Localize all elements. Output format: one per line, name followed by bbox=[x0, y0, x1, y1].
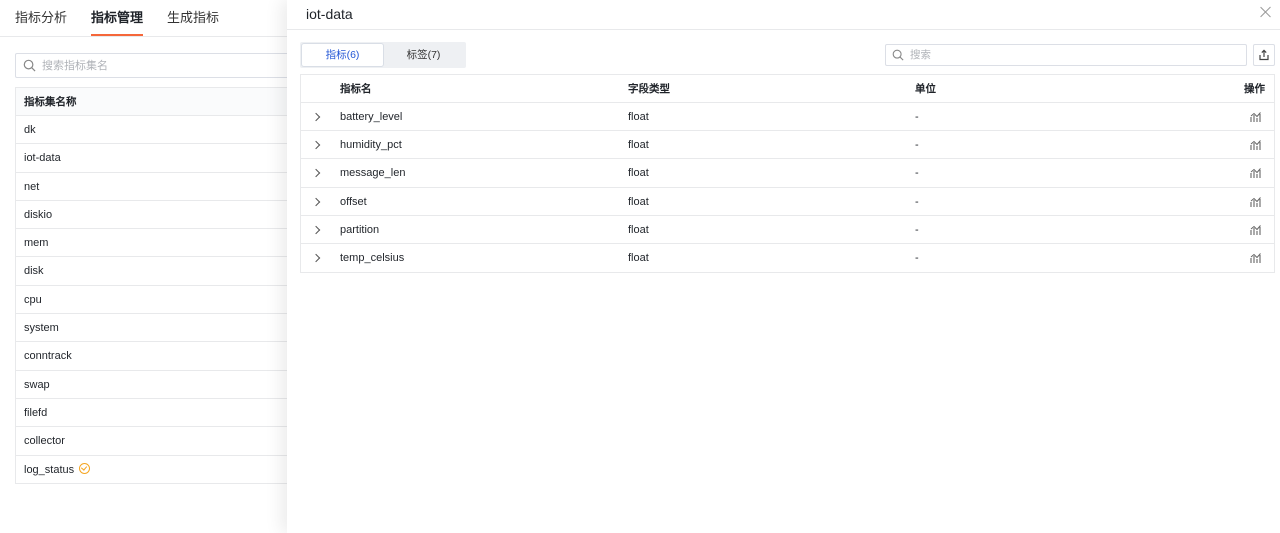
measurement-row[interactable]: diskio bbox=[16, 201, 304, 230]
measurement-name: conntrack bbox=[24, 350, 72, 363]
metric-unit: - bbox=[915, 251, 919, 264]
measurement-row[interactable]: filefd bbox=[16, 399, 304, 428]
metric-row: partition float - bbox=[301, 216, 1274, 244]
column-header-type: 字段类型 bbox=[628, 83, 670, 95]
metric-name: battery_level bbox=[340, 111, 403, 123]
measurement-name: iot-data bbox=[24, 152, 61, 165]
metric-type: float bbox=[628, 251, 649, 264]
measurement-name: collector bbox=[24, 435, 65, 448]
drawer-header: iot-data bbox=[287, 0, 1280, 30]
chart-analysis-icon[interactable] bbox=[1250, 196, 1262, 208]
metric-row: temp_celsius float - bbox=[301, 244, 1274, 272]
measurement-name: net bbox=[24, 180, 40, 193]
metric-row: message_len float - bbox=[301, 159, 1274, 188]
measurement-row[interactable]: cpu bbox=[16, 286, 304, 315]
metric-row: offset float - bbox=[301, 188, 1274, 216]
export-button[interactable] bbox=[1253, 44, 1275, 66]
export-icon bbox=[1259, 49, 1269, 61]
column-header-name: 指标名 bbox=[340, 83, 372, 95]
measurement-row[interactable]: conntrack bbox=[16, 342, 304, 371]
measurement-table: 指标集名称 dk iot-data net diskio mem disk cp… bbox=[15, 87, 305, 484]
measurement-row[interactable]: disk bbox=[16, 257, 304, 286]
tab-generate-metric[interactable]: 生成指标 bbox=[167, 0, 219, 36]
metric-search-input[interactable] bbox=[910, 47, 1230, 63]
segment-metrics[interactable]: 指标(6) bbox=[302, 44, 383, 66]
chevron-right-icon[interactable] bbox=[311, 196, 323, 208]
measurement-name: dk bbox=[24, 124, 36, 136]
tab-metric-analysis[interactable]: 指标分析 bbox=[15, 0, 67, 36]
measurement-name: mem bbox=[24, 237, 49, 250]
metric-name: humidity_pct bbox=[340, 139, 402, 152]
measurement-row[interactable]: mem bbox=[16, 229, 304, 258]
measurement-search-input[interactable] bbox=[42, 56, 292, 75]
chart-analysis-icon[interactable] bbox=[1250, 111, 1262, 123]
metric-type: float bbox=[628, 139, 649, 152]
column-header-unit: 单位 bbox=[915, 83, 936, 95]
metric-unit: - bbox=[915, 195, 919, 208]
measurement-name: disk bbox=[24, 265, 44, 278]
metric-unit: - bbox=[915, 223, 919, 236]
metric-name: message_len bbox=[340, 167, 406, 180]
measurement-row[interactable]: swap bbox=[16, 371, 304, 399]
chart-analysis-icon[interactable] bbox=[1250, 252, 1262, 264]
chevron-right-icon[interactable] bbox=[311, 111, 323, 123]
metric-name: offset bbox=[340, 195, 367, 208]
measurement-name: cpu bbox=[24, 293, 42, 306]
drawer-title: iot-data bbox=[306, 6, 353, 22]
column-header-action: 操作 bbox=[1244, 83, 1265, 95]
metric-table-header: 指标名 字段类型 单位 操作 bbox=[301, 75, 1274, 103]
tab-metric-management[interactable]: 指标管理 bbox=[91, 0, 144, 36]
metric-unit: - bbox=[915, 139, 919, 152]
measurement-row[interactable]: log_status bbox=[16, 456, 304, 484]
metric-table: 指标名 字段类型 单位 操作 battery_level float - hum… bbox=[300, 74, 1275, 274]
measurement-detail-drawer: iot-data 指标(6) 标签(7) 指标名 字段类型 单位 操作 batt… bbox=[287, 0, 1280, 533]
chart-analysis-icon[interactable] bbox=[1250, 139, 1262, 151]
metric-type: float bbox=[628, 167, 649, 180]
chevron-right-icon[interactable] bbox=[311, 167, 323, 179]
metric-type: float bbox=[628, 195, 649, 208]
measurement-name: filefd bbox=[24, 406, 48, 419]
measurement-row[interactable]: dk bbox=[16, 116, 304, 145]
chart-analysis-icon[interactable] bbox=[1250, 224, 1262, 236]
measurement-column-header: 指标集名称 bbox=[16, 88, 304, 116]
measurement-name: swap bbox=[24, 378, 50, 391]
measurement-name: diskio bbox=[24, 208, 53, 221]
metric-type: float bbox=[628, 111, 649, 123]
status-check-icon bbox=[79, 462, 91, 474]
metric-type: float bbox=[628, 223, 649, 236]
metric-row: humidity_pct float - bbox=[301, 131, 1274, 160]
measurement-row[interactable]: collector bbox=[16, 427, 304, 456]
metric-search-box[interactable] bbox=[885, 44, 1247, 66]
metric-unit: - bbox=[915, 167, 919, 180]
chevron-right-icon[interactable] bbox=[311, 224, 323, 236]
metric-unit: - bbox=[915, 111, 919, 123]
search-icon bbox=[23, 59, 36, 72]
measurement-name: system bbox=[24, 322, 59, 335]
chart-analysis-icon[interactable] bbox=[1250, 167, 1262, 179]
measurement-search-box[interactable] bbox=[15, 53, 305, 78]
chevron-right-icon[interactable] bbox=[311, 252, 323, 264]
metric-row: battery_level float - bbox=[301, 103, 1274, 132]
measurement-row[interactable]: iot-data bbox=[16, 144, 304, 173]
segmented-control: 指标(6) 标签(7) bbox=[300, 42, 466, 68]
measurement-row[interactable]: net bbox=[16, 173, 304, 201]
metric-name: temp_celsius bbox=[340, 251, 405, 264]
chevron-right-icon[interactable] bbox=[311, 139, 323, 151]
measurement-row[interactable]: system bbox=[16, 314, 304, 343]
search-icon bbox=[892, 49, 904, 61]
metric-name: partition bbox=[340, 223, 380, 236]
segment-tags[interactable]: 标签(7) bbox=[383, 44, 464, 66]
measurement-name: log_status bbox=[24, 463, 75, 476]
close-icon[interactable] bbox=[1260, 6, 1272, 18]
